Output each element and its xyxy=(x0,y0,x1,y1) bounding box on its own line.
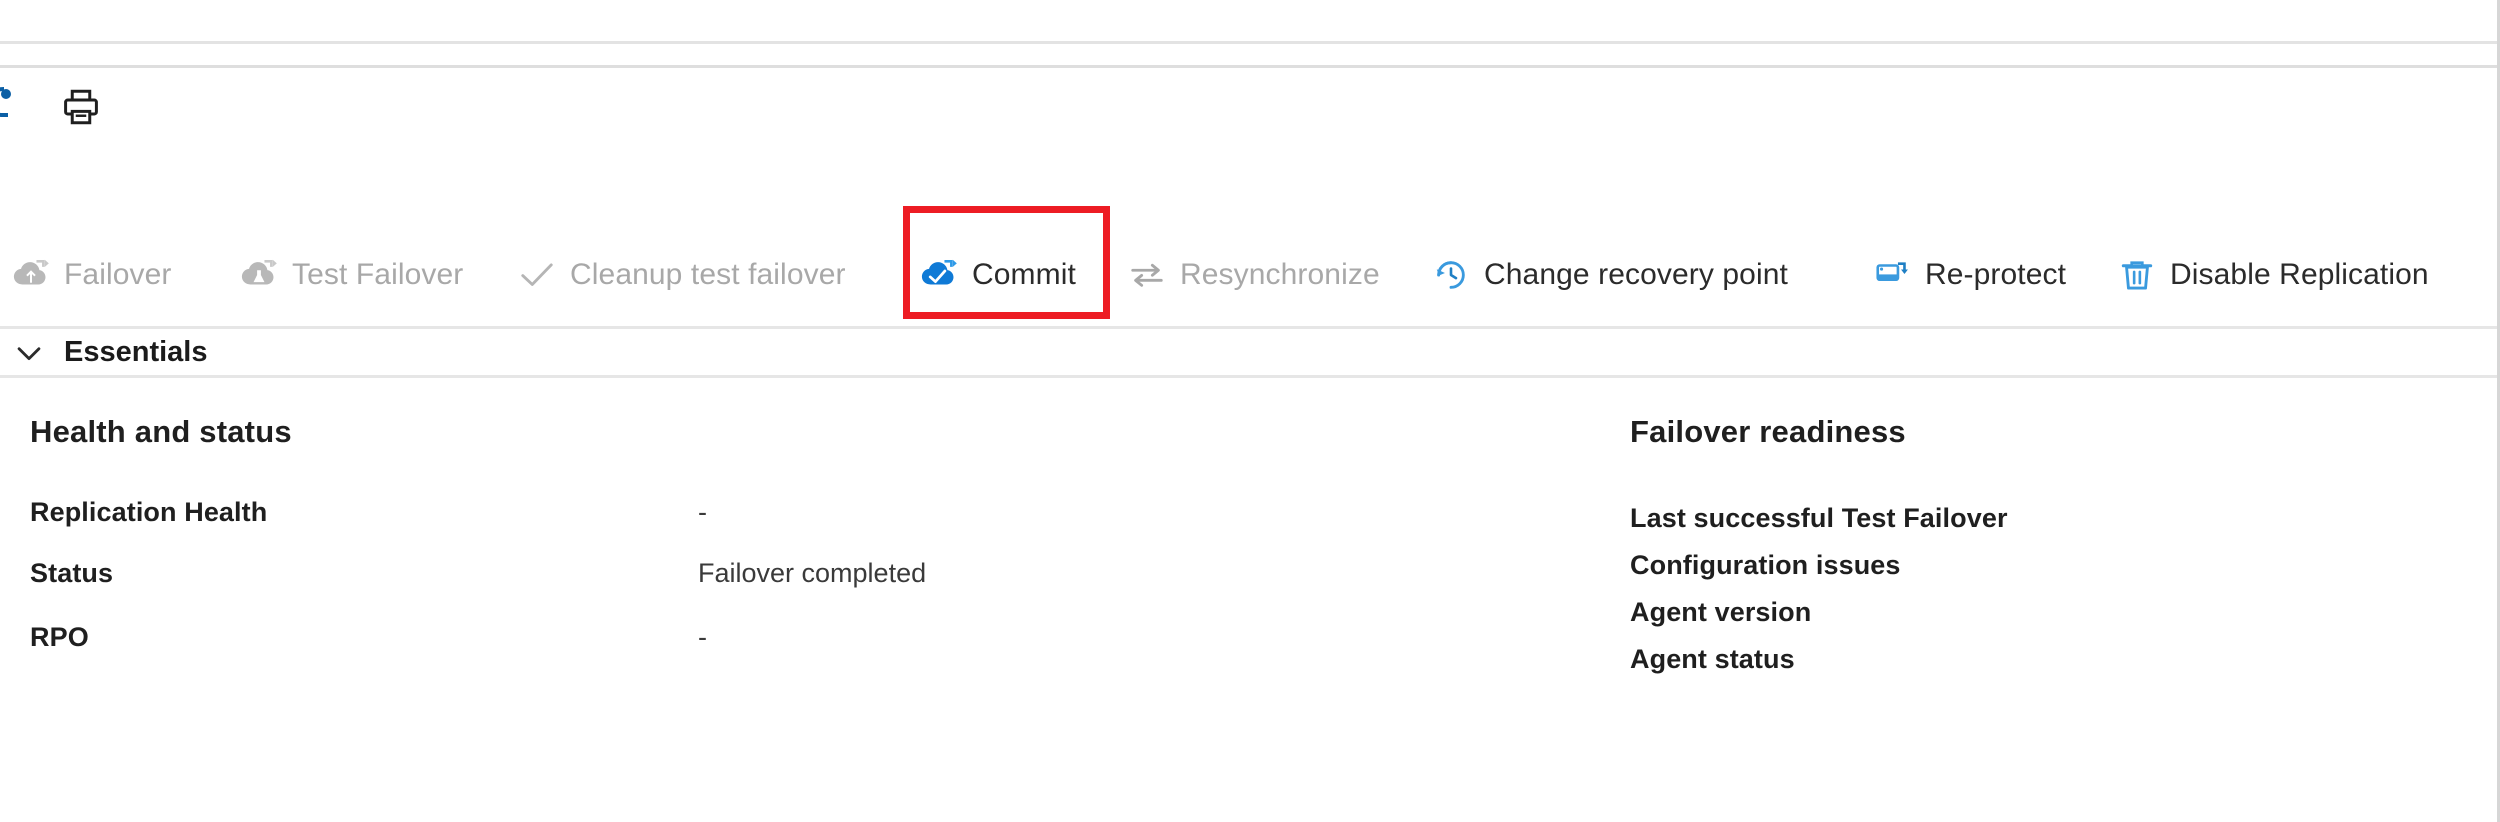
value-replication-health: - xyxy=(698,497,707,527)
toolbar-label-test-failover: Test Failover xyxy=(292,258,464,291)
toolbar-label-cleanup-test-failover: Cleanup test failover xyxy=(570,258,846,291)
partial-icon[interactable] xyxy=(0,85,16,129)
value-rpo: - xyxy=(698,622,707,652)
print-button[interactable] xyxy=(58,87,104,131)
command-row xyxy=(0,71,2497,146)
row-rpo: RPO - xyxy=(30,622,707,653)
toolbar-button-change-recovery-point[interactable]: Change recovery point xyxy=(1432,244,1788,306)
toolbar-button-disable-replication[interactable]: Disable Replication xyxy=(2118,244,2429,306)
label-status: Status xyxy=(30,558,114,588)
value-status: Failover completed xyxy=(698,558,927,588)
re-protect-icon xyxy=(1873,256,1911,294)
label-rpo: RPO xyxy=(30,622,89,652)
label-last-successful-test-failover: Last successful Test Failover xyxy=(1630,503,2008,533)
history-clock-icon xyxy=(1432,256,1470,294)
label-replication-health: Replication Health xyxy=(30,497,268,527)
toolbar-label-change-recovery-point: Change recovery point xyxy=(1484,258,1788,291)
resynchronize-arrows-icon xyxy=(1128,256,1166,294)
row-agent-version: Agent version xyxy=(1630,597,1811,628)
toolbar-divider xyxy=(0,326,2497,329)
toolbar-label-failover: Failover xyxy=(64,258,172,291)
azure-site-recovery-item-pane: Failover Test Failover Cleanup test fail… xyxy=(0,0,2500,822)
toolbar-button-commit[interactable]: Commit xyxy=(920,244,1076,306)
toolbar-button-failover[interactable]: Failover xyxy=(12,244,172,306)
checkmark-icon xyxy=(518,256,556,294)
failover-readiness-title: Failover readiness xyxy=(1630,414,1906,449)
toolbar-button-cleanup-test-failover[interactable]: Cleanup test failover xyxy=(518,244,846,306)
label-configuration-issues: Configuration issues xyxy=(1630,550,1901,580)
toolbar-label-commit: Commit xyxy=(972,258,1076,291)
action-toolbar: Failover Test Failover Cleanup test fail… xyxy=(0,222,2497,328)
commit-cloud-check-icon xyxy=(920,256,958,294)
top-chrome-strip xyxy=(0,0,2497,44)
test-failover-cloud-icon xyxy=(240,256,278,294)
essentials-header[interactable]: Essentials xyxy=(0,330,207,375)
essentials-content: Health and status Replication Health - S… xyxy=(0,378,2497,822)
toolbar-label-disable-replication: Disable Replication xyxy=(2170,258,2429,291)
toolbar-label-re-protect: Re-protect xyxy=(1925,258,2067,291)
secondary-chrome-strip xyxy=(0,44,2497,68)
health-and-status-title: Health and status xyxy=(30,414,292,449)
printer-icon xyxy=(60,86,102,133)
row-last-successful-test-failover: Last successful Test Failover xyxy=(1630,503,2008,534)
label-agent-version: Agent version xyxy=(1630,597,1812,627)
trash-icon xyxy=(2118,256,2156,294)
row-configuration-issues: Configuration issues xyxy=(1630,550,1901,581)
toolbar-button-test-failover[interactable]: Test Failover xyxy=(240,244,463,306)
failover-cloud-icon xyxy=(12,256,50,294)
toolbar-label-resynchronize: Resynchronize xyxy=(1180,258,1380,291)
toolbar-button-re-protect[interactable]: Re-protect xyxy=(1873,244,2066,306)
essentials-label: Essentials xyxy=(64,336,208,368)
label-agent-status: Agent status xyxy=(1630,644,1795,674)
toolbar-button-resynchronize[interactable]: Resynchronize xyxy=(1128,244,1380,306)
row-replication-health: Replication Health - xyxy=(30,497,707,528)
row-status: Status Failover completed xyxy=(30,558,926,589)
chevron-down-icon[interactable] xyxy=(12,336,46,370)
row-agent-status: Agent status xyxy=(1630,644,1795,675)
